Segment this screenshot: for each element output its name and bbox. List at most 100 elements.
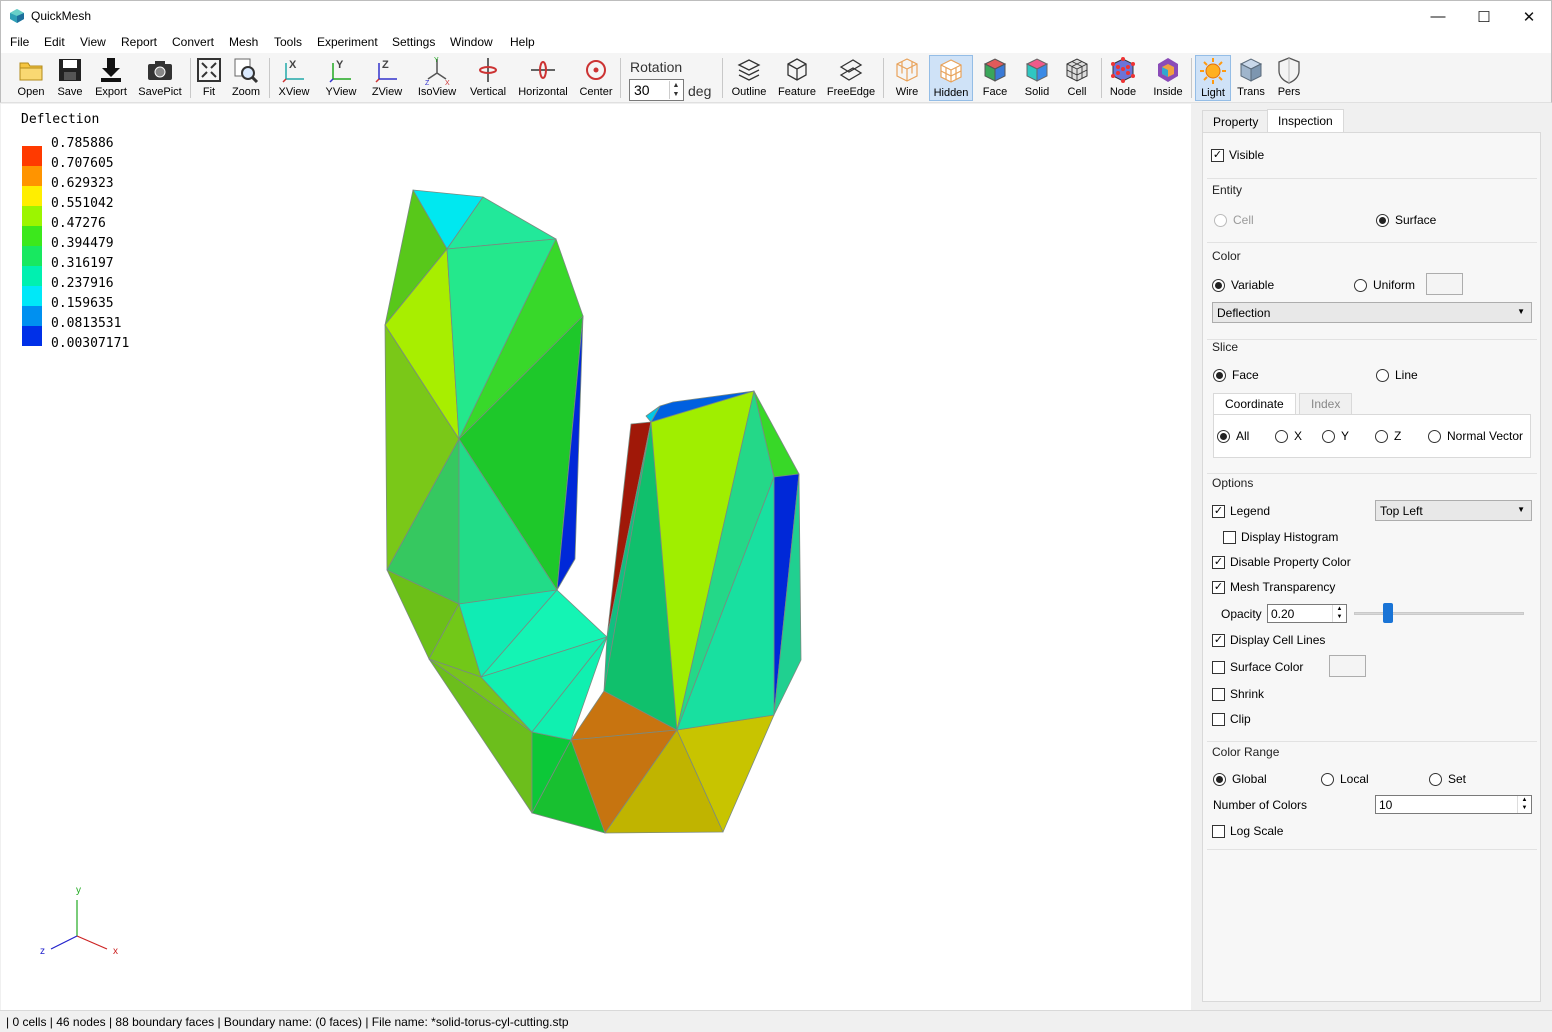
slice-x-radio[interactable]: X <box>1275 429 1302 443</box>
slice-y-radio[interactable]: Y <box>1322 429 1349 443</box>
legend-position-select[interactable]: Top Left ▼ <box>1375 500 1532 521</box>
node-icon <box>1111 57 1135 83</box>
slice-x-label: X <box>1294 429 1303 443</box>
close-button[interactable]: ✕ <box>1506 1 1552 32</box>
tab-property[interactable]: Property <box>1202 110 1270 132</box>
freeedge-label: FreeEdge <box>826 86 876 98</box>
freeedge-icon <box>839 59 863 81</box>
outline-button[interactable]: Outline <box>729 55 769 101</box>
rotation-spinner[interactable]: ▲ ▼ <box>669 81 682 99</box>
range-local-label: Local <box>1340 772 1369 786</box>
feature-icon <box>787 58 807 81</box>
opacity-slider-thumb[interactable] <box>1383 603 1393 623</box>
menu-window[interactable]: Window <box>450 35 493 49</box>
isoview-button[interactable]: Y Z X IsoView <box>415 55 459 101</box>
slice-all-radio[interactable]: All <box>1217 429 1249 443</box>
vertical-button[interactable]: Vertical <box>467 55 509 101</box>
horizontal-label: Horizontal <box>518 86 568 98</box>
num-colors-input[interactable]: 10 ▲ ▼ <box>1375 795 1532 814</box>
3d-viewport[interactable]: Deflection 0.785886 0.707605 0.629323 0.… <box>1 104 1191 1010</box>
inside-button[interactable]: Inside <box>1149 55 1187 101</box>
slice-face-radio[interactable]: Face <box>1213 368 1259 382</box>
menu-edit[interactable]: Edit <box>44 35 65 49</box>
menu-view[interactable]: View <box>80 35 106 49</box>
variable-select[interactable]: Deflection ▼ <box>1212 302 1532 323</box>
splitter[interactable] <box>1191 104 1200 1010</box>
opacity-slider-track[interactable] <box>1354 612 1524 615</box>
xview-button[interactable]: X XView <box>276 55 312 101</box>
rotation-label: Rotation <box>630 59 683 75</box>
display-cell-lines-checkbox[interactable]: ✓ Display Cell Lines <box>1212 633 1325 647</box>
color-uniform-radio[interactable]: Uniform <box>1354 278 1415 292</box>
center-button[interactable]: Center <box>577 55 615 101</box>
slice-normal-radio[interactable]: Normal Vector <box>1428 429 1523 443</box>
toolbar: Open Save Export SavePict Fit Zoom X XVi… <box>0 53 1552 103</box>
hidden-button[interactable]: Hidden <box>929 55 973 101</box>
surface-color-button[interactable] <box>1329 655 1366 677</box>
subtab-coordinate[interactable]: Coordinate <box>1213 393 1296 414</box>
save-button[interactable]: Save <box>53 55 87 101</box>
light-button[interactable]: Light <box>1195 55 1231 101</box>
menu-convert[interactable]: Convert <box>172 35 214 49</box>
menu-help[interactable]: Help <box>510 35 535 49</box>
feature-button[interactable]: Feature <box>775 55 819 101</box>
tab-inspection[interactable]: Inspection <box>1267 109 1344 133</box>
yview-button[interactable]: Y YView <box>322 55 360 101</box>
subtab-index[interactable]: Index <box>1299 393 1353 414</box>
menu-experiment[interactable]: Experiment <box>317 35 378 49</box>
menu-mesh[interactable]: Mesh <box>229 35 258 49</box>
log-scale-checkbox[interactable]: Log Scale <box>1212 824 1283 838</box>
trans-button[interactable]: Trans <box>1235 55 1267 101</box>
mesh-transparency-checkbox[interactable]: ✓ Mesh Transparency <box>1212 580 1335 594</box>
face-button[interactable]: Face <box>979 55 1011 101</box>
cell-button[interactable]: Cell <box>1061 55 1093 101</box>
range-local-radio[interactable]: Local <box>1321 772 1369 786</box>
menu-report[interactable]: Report <box>121 35 157 49</box>
slice-z-radio[interactable]: Z <box>1375 429 1401 443</box>
legend-checkbox[interactable]: ✓ Legend <box>1212 504 1270 518</box>
range-set-radio[interactable]: Set <box>1429 772 1466 786</box>
range-global-radio[interactable]: Global <box>1213 772 1267 786</box>
display-histogram-checkbox[interactable]: Display Histogram <box>1223 530 1338 544</box>
divider <box>1207 741 1537 742</box>
menu-settings[interactable]: Settings <box>392 35 435 49</box>
export-button[interactable]: Export <box>92 55 130 101</box>
fit-button[interactable]: Fit <box>195 55 223 101</box>
wire-button[interactable]: Wire <box>890 55 924 101</box>
freeedge-button[interactable]: FreeEdge <box>825 55 877 101</box>
disable-property-color-checkbox[interactable]: ✓ Disable Property Color <box>1212 555 1351 569</box>
minimize-button[interactable]: — <box>1415 1 1461 32</box>
shrink-label: Shrink <box>1230 687 1265 701</box>
num-colors-spinner[interactable]: ▲ ▼ <box>1517 796 1531 813</box>
opacity-spinner[interactable]: ▲ ▼ <box>1332 605 1346 622</box>
maximize-button[interactable]: ☐ <box>1461 1 1507 32</box>
uniform-color-button[interactable] <box>1426 273 1463 295</box>
visible-checkbox[interactable]: ✓ Visible <box>1211 148 1264 162</box>
node-button[interactable]: Node <box>1106 55 1140 101</box>
toolbar-separator <box>1191 58 1192 98</box>
menu-tools[interactable]: Tools <box>274 35 302 49</box>
slice-line-radio[interactable]: Line <box>1376 368 1418 382</box>
zview-button[interactable]: Z ZView <box>368 55 406 101</box>
radio-unselected <box>1354 278 1367 292</box>
opacity-input[interactable]: 0.20 ▲ ▼ <box>1267 604 1347 623</box>
mesh-transparency-label: Mesh Transparency <box>1230 580 1336 594</box>
zoom-button[interactable]: Zoom <box>230 55 262 101</box>
savepict-button[interactable]: SavePict <box>137 55 183 101</box>
pers-button[interactable]: Pers <box>1273 55 1305 101</box>
slice-face-label: Face <box>1232 368 1259 382</box>
rotation-input[interactable]: 30 ▲ ▼ <box>629 79 684 101</box>
entity-surface-radio[interactable]: Surface <box>1376 213 1436 227</box>
solid-button[interactable]: Solid <box>1021 55 1053 101</box>
surface-color-checkbox[interactable]: Surface Color <box>1212 660 1303 674</box>
shrink-checkbox[interactable]: Shrink <box>1212 687 1264 701</box>
radio-unselected <box>1321 772 1334 786</box>
open-button[interactable]: Open <box>13 55 49 101</box>
toolbar-separator <box>722 58 723 98</box>
mesh-render[interactable] <box>1 104 1191 1010</box>
svg-text:Y: Y <box>336 59 344 71</box>
menu-file[interactable]: File <box>10 35 29 49</box>
horizontal-button[interactable]: Horizontal <box>516 55 570 101</box>
color-variable-radio[interactable]: Variable <box>1212 278 1274 292</box>
clip-checkbox[interactable]: Clip <box>1212 712 1251 726</box>
